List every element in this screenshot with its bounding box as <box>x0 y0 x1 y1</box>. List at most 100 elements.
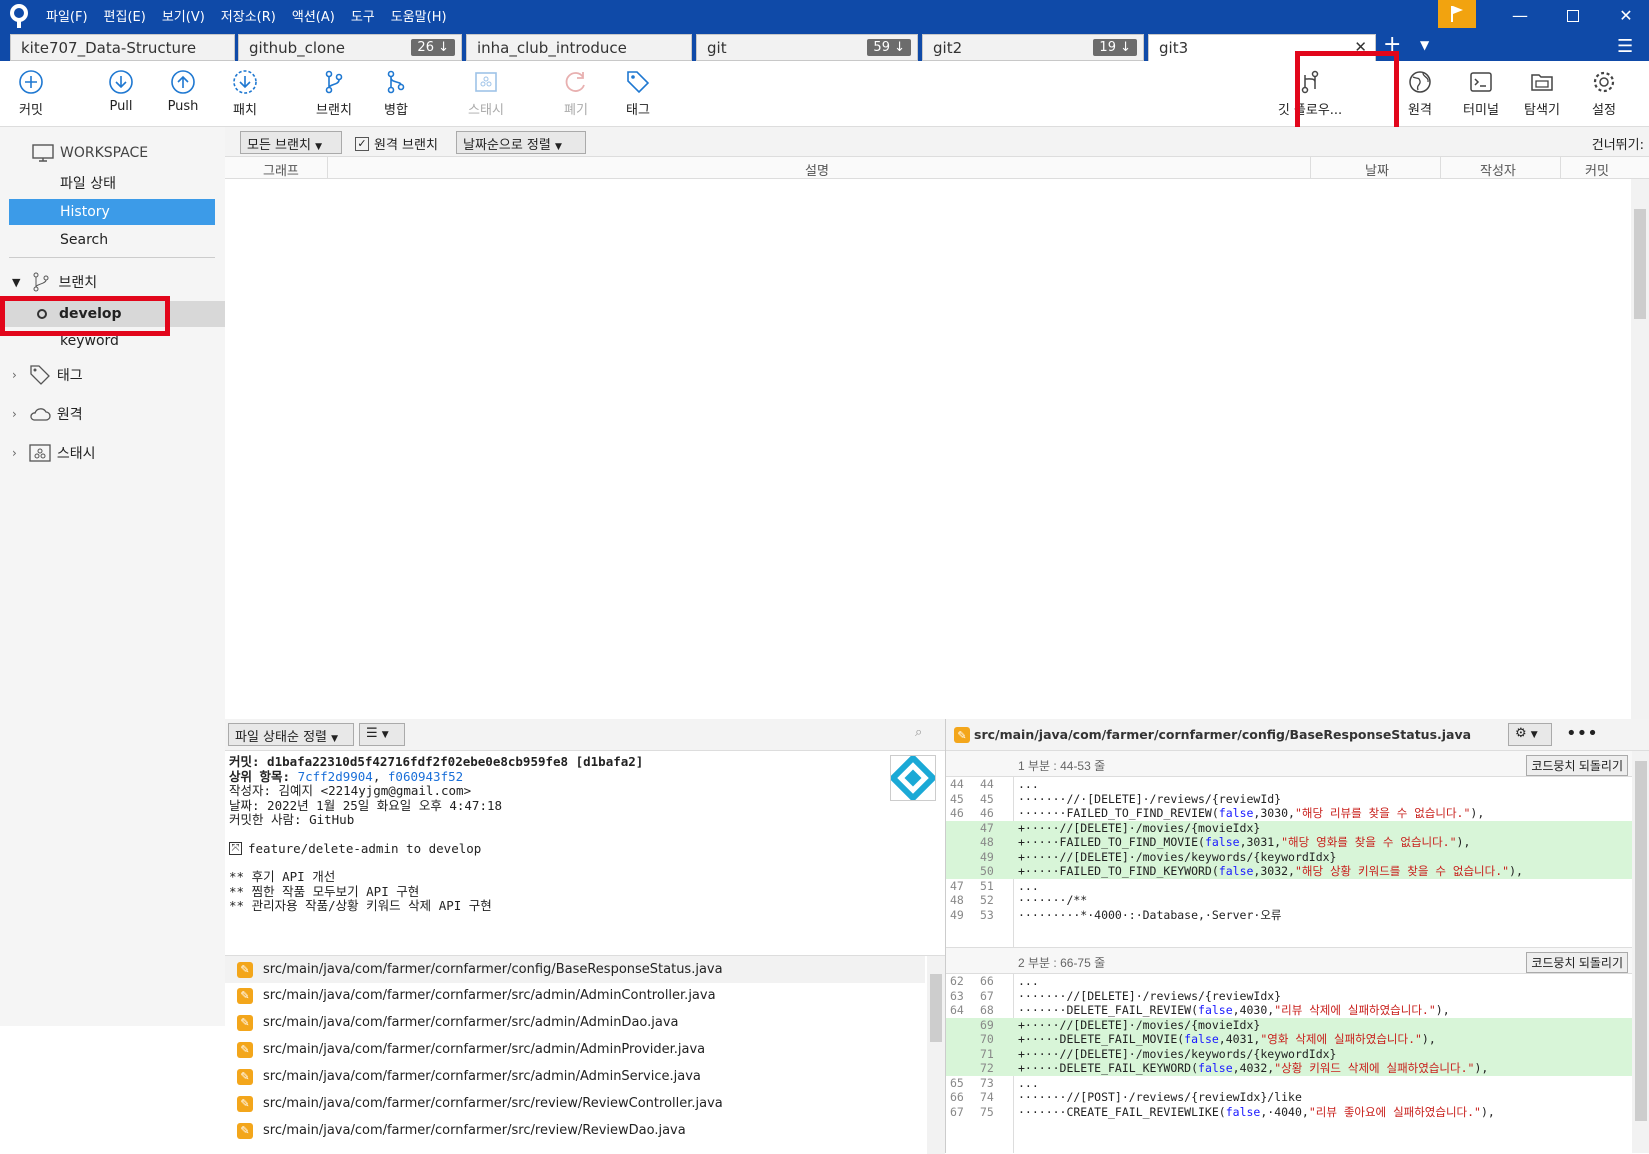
menu-repository[interactable]: 저장소(R) <box>221 6 276 25</box>
minimize-button[interactable]: — <box>1497 0 1543 31</box>
tab-inha-club[interactable]: inha_club_introduce <box>466 34 692 61</box>
col-description[interactable]: 설명 <box>805 160 829 179</box>
code-text: ·······CREATE_FAIL_REVIEWLIKE(false,·404… <box>1018 1104 1495 1119</box>
revert-hunk-button[interactable]: 코드뭉치 되돌리기 <box>1526 952 1628 973</box>
parent-link-1[interactable]: 7cff2d9904 <box>298 769 373 784</box>
chevron-right-icon[interactable]: › <box>12 446 17 460</box>
tab-label: github_clone <box>249 39 345 57</box>
tags-header[interactable]: › 태그 <box>0 362 225 388</box>
menu-tools[interactable]: 도구 <box>351 6 375 25</box>
menu-bar: 파일(F) 편집(E) 보기(V) 저장소(R) 액션(A) 도구 도움말(H) <box>46 0 463 31</box>
terminal-button[interactable]: 터미널 <box>1451 69 1511 118</box>
code-text: +·····FAILED_TO_FIND_MOVIE(false,3031,"해… <box>1018 835 1471 849</box>
divider <box>9 257 215 258</box>
stash-button[interactable]: 스태시 <box>456 69 516 118</box>
tab-label: git3 <box>1159 39 1189 57</box>
tag-button[interactable]: 태그 <box>608 69 668 118</box>
new-line-number: 47 <box>980 820 994 835</box>
tab-git[interactable]: git 59 ↓ <box>696 34 918 61</box>
explorer-button[interactable]: 탐색기 <box>1512 69 1572 118</box>
scrollbar-thumb[interactable] <box>1634 209 1646 319</box>
col-date[interactable]: 날짜 <box>1365 160 1389 179</box>
sidebar-item-search[interactable]: Search <box>0 227 225 253</box>
hunk-title: 1 부분 : 44-53 줄 <box>1018 759 1106 773</box>
commit-button[interactable]: 커밋 <box>1 69 61 118</box>
diff-line: 49 +·····//[DELETE]·/movies/keywords/{key… <box>946 849 1649 864</box>
diff-scrollbar[interactable] <box>1632 751 1649 1153</box>
menu-edit[interactable]: 편집(E) <box>104 6 146 25</box>
sidebar-item-file-status[interactable]: 파일 상태 <box>0 170 225 196</box>
settings-button[interactable]: 설정 <box>1574 69 1634 118</box>
diff-header: ✎ src/main/java/com/farmer/cornfarmer/co… <box>946 719 1649 751</box>
col-graph[interactable]: 그래프 <box>263 160 299 179</box>
col-author[interactable]: 작성자 <box>1480 160 1516 179</box>
list-item[interactable]: ✎ src/main/java/com/farmer/cornfarmer/src… <box>225 1090 925 1117</box>
branches-header[interactable]: ▼ 브랜치 <box>0 269 225 295</box>
scrollbar-thumb[interactable] <box>930 974 942 1042</box>
diff-options-dropdown[interactable]: ⚙ ▼ <box>1508 723 1552 746</box>
list-item[interactable]: ✎ src/main/java/com/farmer/cornfarmer/src… <box>225 1009 925 1036</box>
merge-label: 병합 <box>384 103 408 118</box>
chevron-right-icon[interactable]: › <box>12 407 17 421</box>
menu-view[interactable]: 보기(V) <box>162 6 205 25</box>
new-line-number: 66 <box>980 974 994 988</box>
branch-button[interactable]: 브랜치 <box>304 69 364 118</box>
menu-help[interactable]: 도움말(H) <box>391 6 447 25</box>
list-item[interactable]: ✎ src/main/java/com/farmer/cornfarmer/src… <box>225 1117 925 1144</box>
file-sort-dropdown[interactable]: 파일 상태순 정렬 ▼ <box>228 723 354 746</box>
code-text: +·····DELETE_FAIL_MOVIE(false,4031,"영화 삭… <box>1018 1032 1436 1046</box>
history-scrollbar[interactable] <box>1631 179 1649 719</box>
commit-note: ** 찜한 작품 모두보기 API 구현 <box>229 883 420 899</box>
chevron-down-icon[interactable]: ▼ <box>12 276 20 289</box>
chevron-right-icon[interactable]: › <box>12 368 17 382</box>
old-line-number: 48 <box>950 893 964 907</box>
col-commit[interactable]: 커밋 <box>1585 160 1609 179</box>
hamburger-menu-icon[interactable]: ☰ <box>1617 36 1633 57</box>
remotes-header[interactable]: › 원격 <box>0 401 225 427</box>
list-item[interactable]: ✎ src/main/java/com/farmer/cornfarmer/src… <box>225 982 925 1009</box>
toolbar: 커밋 Pull Push 패치 브랜치 병합 스태시 폐기 태그 깃 플로우..… <box>0 61 1649 127</box>
pull-button[interactable]: Pull <box>91 69 151 114</box>
explorer-label: 탐색기 <box>1524 103 1560 118</box>
sort-dropdown[interactable]: 날짜순으로 정렬 ▼ <box>456 131 586 154</box>
sidebar-item-history[interactable]: History <box>9 199 215 225</box>
revert-hunk-button[interactable]: 코드뭉치 되돌리기 <box>1526 755 1628 776</box>
more-icon[interactable]: ••• <box>1566 723 1598 744</box>
view-mode-dropdown[interactable]: ☰ ▼ <box>359 723 405 746</box>
close-window-button[interactable]: ✕ <box>1603 0 1649 31</box>
branch-filter-dropdown[interactable]: 모든 브랜치 ▼ <box>240 131 342 154</box>
chevron-down-icon[interactable]: ▼ <box>1420 38 1429 52</box>
search-icon[interactable]: ⌕ <box>915 725 922 740</box>
terminal-icon <box>1470 72 1492 92</box>
diff-line: 48 +·····FAILED_TO_FIND_MOVIE(false,3031,… <box>946 835 1649 850</box>
discard-button[interactable]: 폐기 <box>546 69 606 118</box>
chevron-down-icon: ▼ <box>1530 730 1538 740</box>
old-line-number: 67 <box>950 1104 964 1119</box>
file-list-scrollbar[interactable] <box>927 956 945 1154</box>
modified-file-icon: ✎ <box>954 727 970 743</box>
flag-button[interactable] <box>1438 0 1476 28</box>
patch-button[interactable]: 패치 <box>215 69 275 118</box>
workspace-label: WORKSPACE <box>60 145 149 161</box>
parent-link-2[interactable]: f060943f52 <box>388 769 463 784</box>
tab-github-clone[interactable]: github_clone 26 ↓ <box>238 34 462 61</box>
diff-line: 44 44... <box>946 777 1649 792</box>
menu-actions[interactable]: 액션(A) <box>292 6 335 25</box>
patch-icon <box>233 70 257 94</box>
scrollbar-thumb[interactable] <box>1635 761 1647 1121</box>
merge-button[interactable]: 병합 <box>366 69 426 118</box>
remote-button[interactable]: 원격 <box>1390 69 1450 118</box>
tab-git2[interactable]: git2 19 ↓ <box>922 34 1144 61</box>
list-item[interactable]: ✎ src/main/java/com/farmer/cornfarmer/src… <box>225 1036 925 1063</box>
tab-kite707[interactable]: kite707_Data-Structure <box>10 34 235 61</box>
menu-file[interactable]: 파일(F) <box>46 6 88 25</box>
pull-label: Pull <box>109 99 133 114</box>
stashes-header[interactable]: › 스태시 <box>0 440 225 466</box>
maximize-button[interactable] <box>1550 0 1596 31</box>
modified-file-icon: ✎ <box>237 1014 253 1031</box>
list-item[interactable]: ✎ src/main/java/com/farmer/cornfarmer/con… <box>225 956 925 983</box>
remote-branch-checkbox[interactable]: ✓ 원격 브랜치 <box>355 134 438 153</box>
push-button[interactable]: Push <box>153 69 213 114</box>
file-path: src/main/java/com/farmer/cornfarmer/conf… <box>263 962 723 977</box>
list-item[interactable]: ✎ src/main/java/com/farmer/cornfarmer/src… <box>225 1063 925 1090</box>
